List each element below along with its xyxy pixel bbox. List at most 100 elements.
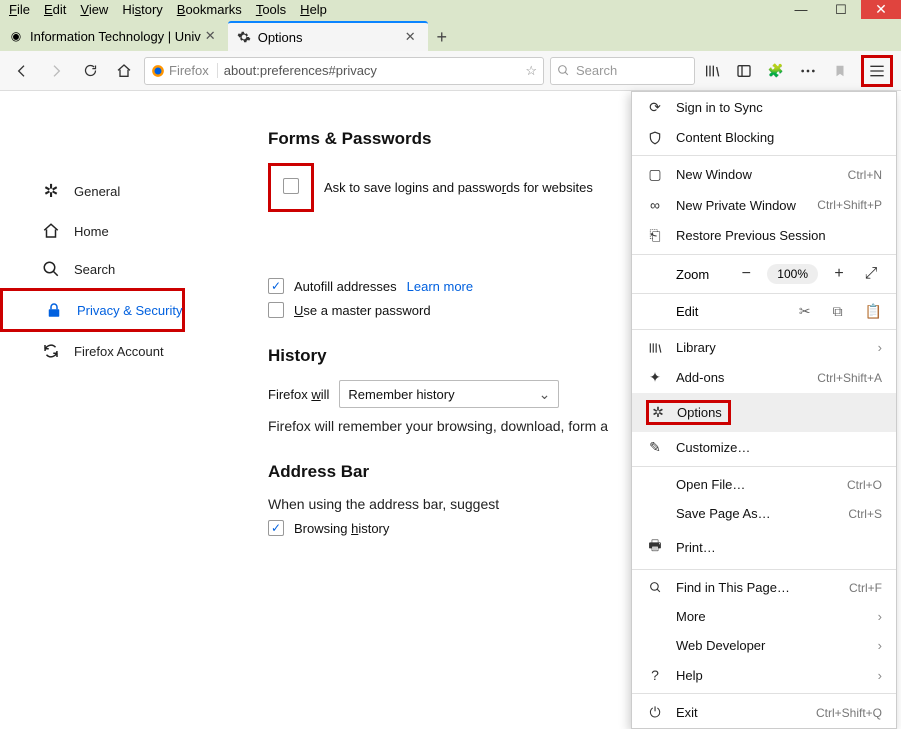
menu-customize[interactable]: ✎ Customize… (632, 432, 896, 463)
link-learn-more[interactable]: Learn more (407, 279, 473, 294)
gear-icon: ✲ (40, 181, 62, 202)
restore-icon: ⎗ (646, 227, 664, 244)
menu-options[interactable]: ✲ Options (632, 393, 896, 432)
bookmark-star-icon[interactable]: ☆ (525, 63, 537, 79)
cut-icon[interactable]: ✂ (799, 303, 811, 320)
menu-web-developer[interactable]: Web Developer › (632, 631, 896, 660)
menu-print[interactable]: 🖶 Print… (632, 528, 896, 566)
sidebar-item-home[interactable]: Home (0, 212, 228, 250)
chevron-right-icon: › (878, 668, 882, 683)
tab-options[interactable]: Options ✕ (228, 21, 428, 51)
sync-icon (40, 342, 62, 360)
home-icon (40, 222, 62, 240)
app-menu-panel: ⟳ Sign in to Sync Content Blocking ▢ New… (631, 91, 897, 729)
edit-label: Edit (646, 304, 777, 319)
label-autofill-addresses: Autofill addresses (294, 279, 397, 294)
chevron-right-icon: › (878, 638, 882, 653)
menu-new-private-window[interactable]: ∞ New Private Window Ctrl+Shift+P (632, 190, 896, 220)
menu-sign-in-sync[interactable]: ⟳ Sign in to Sync (632, 92, 896, 123)
menu-view[interactable]: View (73, 1, 115, 18)
library-icon (646, 341, 664, 355)
checkbox-ask-save-logins[interactable] (283, 178, 299, 194)
forward-button[interactable] (42, 57, 70, 85)
sidebar-item-general[interactable]: ✲ General (0, 171, 228, 212)
sidebar-item-label: Home (74, 224, 109, 239)
window-maximize-button[interactable]: ☐ (821, 0, 861, 19)
zoom-out-button[interactable]: − (735, 265, 757, 283)
help-icon: ? (646, 667, 664, 683)
search-icon (40, 260, 62, 278)
sidebar-icon[interactable] (733, 60, 755, 82)
search-icon (557, 64, 570, 77)
copy-icon[interactable]: ⧉ (833, 303, 843, 320)
window-minimize-button[interactable]: — (781, 0, 821, 19)
os-menubar: File Edit View History Bookmarks Tools H… (0, 0, 901, 19)
paintbrush-icon: ✎ (646, 439, 664, 456)
menu-help[interactable]: ? Help › (632, 660, 896, 690)
menu-library[interactable]: Library › (632, 333, 896, 362)
sidebar-item-firefox-account[interactable]: Firefox Account (0, 332, 228, 370)
checkbox-master-password[interactable] (268, 302, 284, 318)
paste-icon[interactable]: 📋 (865, 303, 882, 320)
select-history-mode[interactable]: Remember history (339, 380, 559, 408)
zoom-in-button[interactable]: + (828, 265, 850, 283)
label-ask-save-logins: Ask to save logins and passwords for web… (324, 180, 593, 195)
chevron-right-icon: › (878, 609, 882, 624)
tab-close-icon[interactable]: ✕ (201, 28, 220, 44)
menu-more[interactable]: More › (632, 602, 896, 631)
menu-help[interactable]: Help (293, 1, 334, 18)
identity-box[interactable]: Firefox (151, 63, 218, 78)
app-menu-button[interactable] (866, 60, 888, 82)
menu-bookmarks[interactable]: Bookmarks (170, 1, 249, 18)
addon-color-icon[interactable]: 🧩 (765, 60, 787, 82)
label-master-password: Use a master password (294, 303, 431, 318)
checkbox-browsing-history[interactable] (268, 520, 284, 536)
search-bar[interactable]: Search (550, 57, 695, 85)
overflow-icon[interactable] (797, 60, 819, 82)
zoom-label: Zoom (646, 267, 725, 282)
sidebar-item-label: Firefox Account (74, 344, 164, 359)
search-placeholder: Search (576, 63, 617, 78)
menu-exit[interactable]: ⏻ Exit Ctrl+Shift+Q (632, 697, 896, 728)
sidebar-item-privacy-security[interactable]: Privacy & Security (3, 291, 182, 329)
tab-title: Information Technology | Univ (30, 29, 201, 44)
window-close-button[interactable]: ✕ (861, 0, 901, 19)
menu-zoom-row: Zoom − 100% + ⤢ (632, 258, 896, 290)
menu-tools[interactable]: Tools (249, 1, 293, 18)
menu-history[interactable]: History (115, 1, 169, 18)
menu-new-window[interactable]: ▢ New Window Ctrl+N (632, 159, 896, 190)
sync-icon: ⟳ (646, 99, 664, 116)
menu-restore-session[interactable]: ⎗ Restore Previous Session (632, 220, 896, 251)
zoom-value[interactable]: 100% (767, 264, 818, 284)
checkbox-autofill-addresses[interactable] (268, 278, 284, 294)
reload-button[interactable] (76, 57, 104, 85)
new-tab-button[interactable]: + (428, 23, 456, 51)
shield-icon (646, 131, 664, 145)
menu-find[interactable]: Find in This Page… Ctrl+F (632, 573, 896, 602)
favicon-icon: ◉ (8, 28, 24, 44)
library-icon[interactable] (701, 60, 723, 82)
menu-edit-row: Edit ✂ ⧉ 📋 (632, 297, 896, 326)
menu-content-blocking[interactable]: Content Blocking (632, 123, 896, 152)
label-browsing-history: Browsing history (294, 521, 389, 536)
menu-edit[interactable]: Edit (37, 1, 73, 18)
search-icon (646, 581, 664, 594)
menu-file[interactable]: File (2, 1, 37, 18)
gear-icon: ✲ (649, 404, 667, 421)
menu-open-file[interactable]: Open File… Ctrl+O (632, 470, 896, 499)
gear-icon (236, 29, 252, 45)
tab-information-technology[interactable]: ◉ Information Technology | Univ ✕ (0, 21, 228, 51)
firefox-icon (151, 64, 165, 78)
url-bar[interactable]: Firefox about:preferences#privacy ☆ (144, 57, 544, 85)
sidebar-item-label: General (74, 184, 120, 199)
menu-save-page[interactable]: Save Page As… Ctrl+S (632, 499, 896, 528)
tab-close-icon[interactable]: ✕ (401, 29, 420, 45)
toolbar-icons: 🧩 (701, 55, 893, 87)
sidebar-item-search[interactable]: Search (0, 250, 228, 288)
home-button[interactable] (110, 57, 138, 85)
power-icon: ⏻ (646, 704, 664, 721)
fullscreen-button[interactable]: ⤢ (860, 265, 882, 283)
menu-addons[interactable]: ✦ Add-ons Ctrl+Shift+A (632, 362, 896, 393)
back-button[interactable] (8, 57, 36, 85)
bookmark-ribbon-icon[interactable] (829, 60, 851, 82)
